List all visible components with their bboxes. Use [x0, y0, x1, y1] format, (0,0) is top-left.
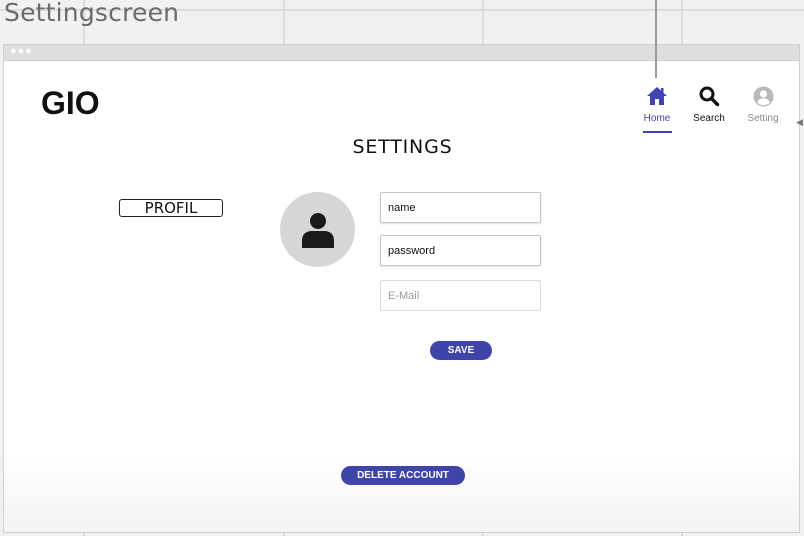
- nav-item-setting[interactable]: Setting: [741, 83, 785, 124]
- browser-frame: ●●● GIO Home Search Setting SETTINGS PRO…: [3, 44, 800, 533]
- nav-item-label: Search: [693, 113, 725, 124]
- flow-connector-line: [655, 0, 657, 78]
- flow-connector-arrow: ◀: [796, 117, 803, 127]
- user-circle-icon: [753, 86, 773, 106]
- delete-account-button[interactable]: DELETE ACCOUNT: [341, 466, 465, 485]
- password-field[interactable]: [380, 235, 541, 266]
- nav-item-search[interactable]: Search: [687, 83, 731, 124]
- home-icon: [647, 87, 667, 105]
- nav-item-label: Setting: [747, 113, 779, 124]
- name-field[interactable]: [380, 192, 541, 223]
- save-button[interactable]: SAVE: [430, 341, 492, 360]
- profile-section-label: PROFIL: [119, 199, 223, 217]
- app-logo[interactable]: GIO: [41, 85, 100, 122]
- window-controls-icon[interactable]: ●●●: [10, 45, 33, 58]
- email-field[interactable]: [380, 280, 541, 311]
- canvas-title: Settingscreen: [4, 0, 180, 27]
- avatar[interactable]: [280, 192, 355, 267]
- nav-item-label: Home: [643, 113, 671, 124]
- window-titlebar: ●●●: [4, 45, 799, 61]
- person-icon: [301, 212, 334, 248]
- page-title: SETTINGS: [352, 136, 453, 158]
- search-icon: [699, 86, 720, 107]
- nav-item-home[interactable]: Home: [635, 83, 679, 124]
- nav-active-indicator: [643, 131, 672, 133]
